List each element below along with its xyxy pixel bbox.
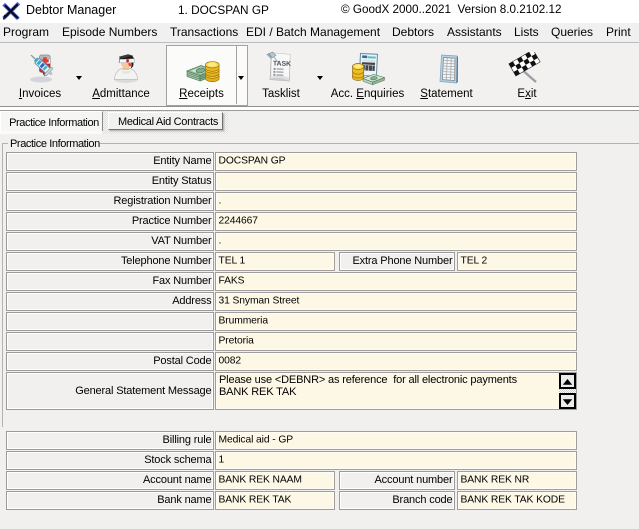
svg-text:TASK: TASK (273, 60, 291, 68)
